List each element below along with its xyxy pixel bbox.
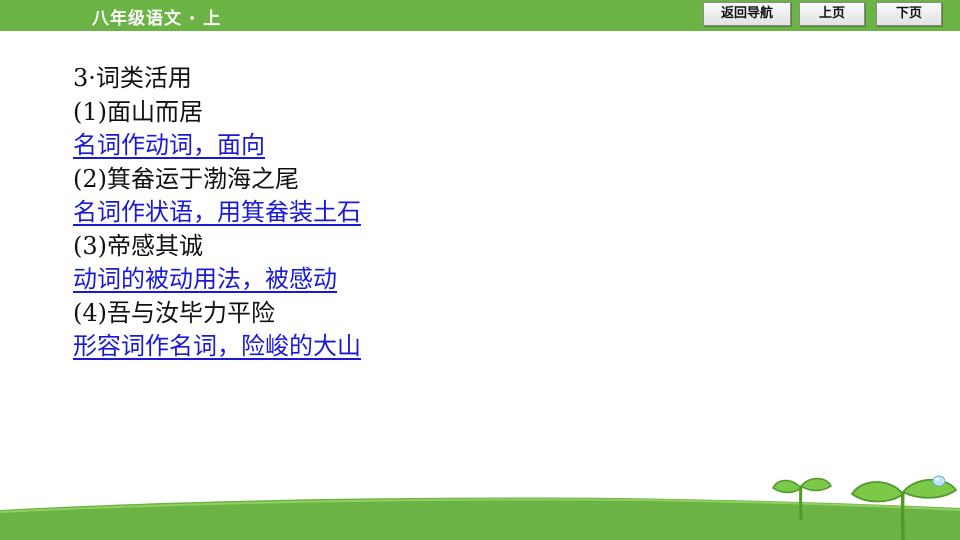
answer-link[interactable]: 形容词作名词，险峻的大山 <box>73 332 361 360</box>
exercise-content: 3·词类活用 (1)面山而居 名词作动词，面向 (2)箕畚运于渤海之尾 名词作状… <box>73 62 893 364</box>
course-title: 八年级语文 · 上 <box>92 9 222 29</box>
prev-page-button[interactable]: 上页 <box>799 2 865 26</box>
question-line: (4)吾与汝毕力平险 <box>73 298 275 327</box>
sprout-with-droplet-icon <box>850 475 958 540</box>
header-bar: 八年级语文 · 上 返回导航 上页 下页 <box>0 0 960 31</box>
answer-link[interactable]: 动词的被动用法，被感动 <box>73 265 337 293</box>
next-page-button[interactable]: 下页 <box>876 2 942 26</box>
sprout-icon <box>772 477 832 520</box>
answer-link[interactable]: 名词作动词，面向 <box>73 131 265 159</box>
question-line: (2)箕畚运于渤海之尾 <box>73 164 299 193</box>
question-line: (3)帝感其诚 <box>73 231 203 260</box>
back-to-nav-button[interactable]: 返回导航 <box>703 2 791 26</box>
question-line: (1)面山而居 <box>73 97 203 126</box>
answer-link[interactable]: 名词作状语，用箕畚装土石 <box>73 198 361 226</box>
section-heading: 3·词类活用 <box>73 64 192 92</box>
